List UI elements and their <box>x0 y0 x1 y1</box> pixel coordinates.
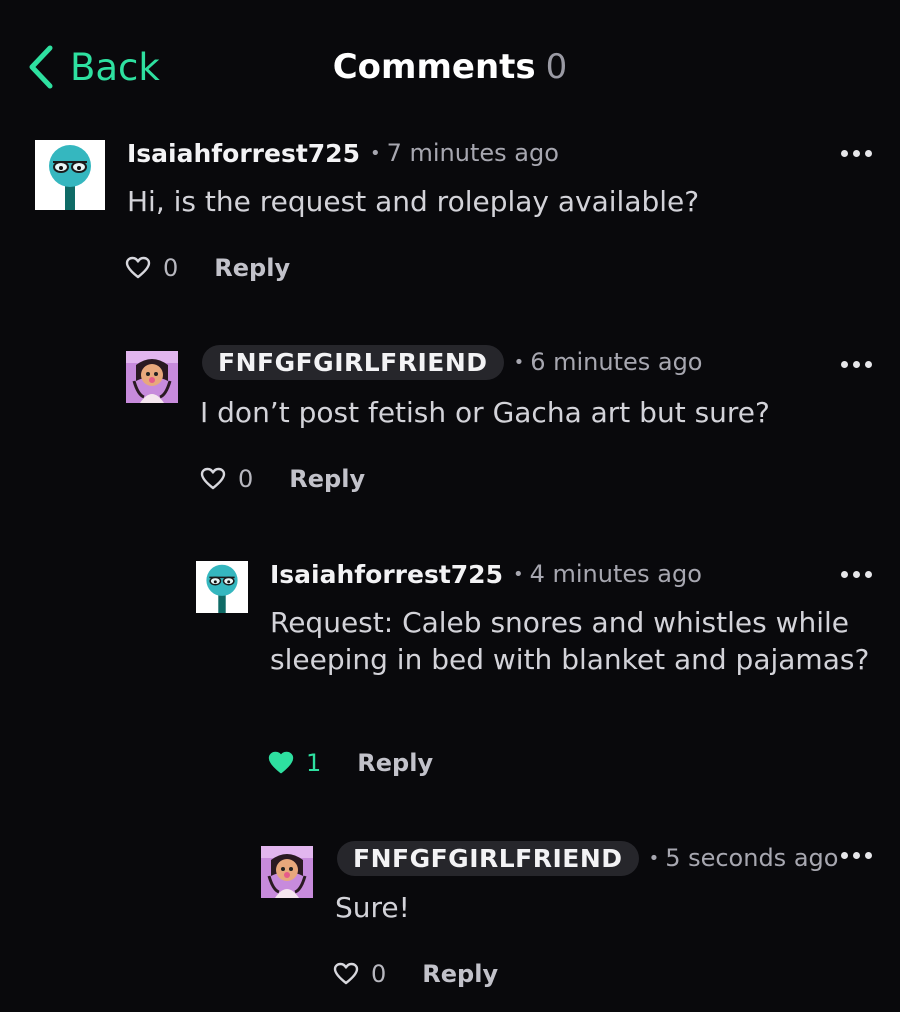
comment-header: Isaiahforrest725 7 minutes ago <box>127 137 559 169</box>
teal-character-icon <box>35 140 105 210</box>
comment: Isaiahforrest725 4 minutes ago Request: … <box>196 558 900 791</box>
like-count: 0 <box>238 465 254 493</box>
like-count: 0 <box>163 254 179 282</box>
comment-header: FNFGFGIRLFRIEND 5 seconds ago <box>337 840 838 876</box>
heart-icon[interactable] <box>125 256 151 280</box>
comment: FNFGFGIRLFRIEND 5 seconds ago Sure! 0 Re… <box>261 840 900 1012</box>
comment-header: Isaiahforrest725 4 minutes ago <box>270 558 702 590</box>
dot <box>841 150 848 157</box>
dot <box>865 571 872 578</box>
comment-actions: 0 Reply <box>333 960 498 988</box>
avatar[interactable] <box>261 846 313 898</box>
purple-girl-icon <box>261 846 313 898</box>
more-options-button[interactable] <box>841 565 872 584</box>
username-badge[interactable]: FNFGFGIRLFRIEND <box>337 840 639 876</box>
comment-actions: 0 Reply <box>200 465 365 493</box>
like-count: 1 <box>306 749 322 777</box>
dot <box>841 571 848 578</box>
teal-character-icon <box>196 561 248 613</box>
comment-text: Request: Caleb snores and whistles while… <box>270 606 870 676</box>
more-options-button[interactable] <box>841 144 872 163</box>
header: Back Comments 0 <box>0 0 900 130</box>
dot <box>841 361 848 368</box>
more-options-button[interactable] <box>841 355 872 374</box>
username-badge[interactable]: FNFGFGIRLFRIEND <box>202 344 504 380</box>
username[interactable]: Isaiahforrest725 <box>270 560 503 589</box>
dot <box>853 852 860 859</box>
comment: Isaiahforrest725 7 minutes ago Hi, is th… <box>35 137 900 310</box>
avatar[interactable] <box>196 561 248 613</box>
timestamp: 6 minutes ago <box>514 348 702 376</box>
avatar[interactable] <box>35 140 105 210</box>
comment-text: I don’t post fetish or Gacha art but sur… <box>200 396 770 429</box>
like-count: 0 <box>371 960 387 988</box>
comment-text: Sure! <box>335 891 410 924</box>
comment: FNFGFGIRLFRIEND 6 minutes ago I don’t po… <box>126 344 900 521</box>
reply-button[interactable]: Reply <box>422 960 498 988</box>
dot <box>853 361 860 368</box>
reply-button[interactable]: Reply <box>357 749 433 777</box>
dot <box>841 852 848 859</box>
page-title-group: Comments 0 <box>0 44 900 90</box>
comment-text: Hi, is the request and roleplay availabl… <box>127 185 700 218</box>
comment-header: FNFGFGIRLFRIEND 6 minutes ago <box>202 344 703 380</box>
reply-button[interactable]: Reply <box>214 254 290 282</box>
dot <box>865 852 872 859</box>
comments-screen: Back Comments 0 Isaiahforrest725 7 minut… <box>0 0 900 1012</box>
timestamp: 4 minutes ago <box>513 560 702 588</box>
dot <box>853 150 860 157</box>
heart-filled-icon[interactable] <box>268 751 294 775</box>
avatar[interactable] <box>126 351 178 403</box>
username[interactable]: Isaiahforrest725 <box>127 139 360 168</box>
comment-actions: 1 Reply <box>268 749 433 777</box>
heart-icon[interactable] <box>200 467 226 491</box>
comment-count: 0 <box>545 47 568 87</box>
dot <box>865 361 872 368</box>
page-title: Comments <box>332 47 536 87</box>
purple-girl-icon <box>126 351 178 403</box>
reply-button[interactable]: Reply <box>289 465 365 493</box>
heart-icon[interactable] <box>333 962 359 986</box>
dot <box>853 571 860 578</box>
comment-actions: 0 Reply <box>125 254 290 282</box>
timestamp: 7 minutes ago <box>370 139 559 167</box>
dot <box>865 150 872 157</box>
more-options-button[interactable] <box>841 846 872 865</box>
timestamp: 5 seconds ago <box>649 844 838 872</box>
